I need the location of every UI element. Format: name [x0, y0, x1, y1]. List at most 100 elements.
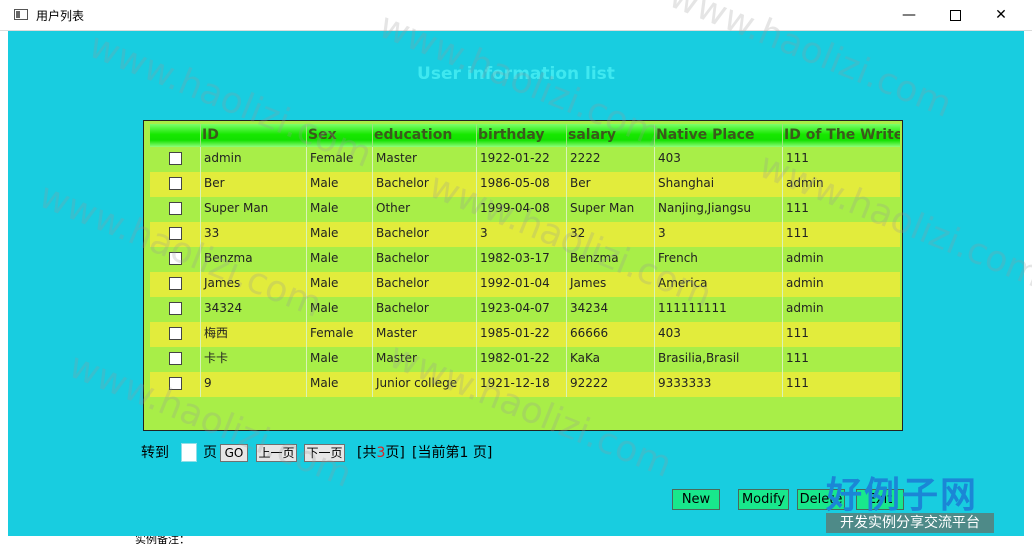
- table-cell[interactable]: 111: [782, 222, 900, 247]
- table-row[interactable]: Super Man Male Other 1999-04-08 Super Man Nan…: [150, 197, 900, 222]
- table-cell[interactable]: Bachelor: [372, 272, 476, 297]
- table-cell[interactable]: 2222: [566, 147, 654, 172]
- row-checkbox[interactable]: [169, 302, 182, 315]
- table-cell[interactable]: 403: [654, 322, 782, 347]
- table-cell[interactable]: Master: [372, 147, 476, 172]
- table-cell[interactable]: Bachelor: [372, 297, 476, 322]
- table-cell[interactable]: Male: [306, 272, 372, 297]
- table-row[interactable]: Ber Male Bachelor 1986-05-08 Ber Shanghai admi…: [150, 172, 900, 197]
- table-cell[interactable]: Shanghai: [654, 172, 782, 197]
- prev-page-button[interactable]: 上一页: [256, 444, 297, 462]
- table-row[interactable]: 卡卡 Male Master 1982-01-22 KaKa Brasilia,Brasi…: [150, 347, 900, 372]
- table-cell[interactable]: 1992-01-04: [476, 272, 566, 297]
- column-header-education[interactable]: education: [372, 124, 476, 147]
- table-cell[interactable]: admin: [200, 147, 306, 172]
- table-cell[interactable]: Master: [372, 347, 476, 372]
- table-row[interactable]: Benzma Male Bachelor 1982-03-17 Benzma French…: [150, 247, 900, 272]
- table-cell[interactable]: James: [566, 272, 654, 297]
- column-header-salary[interactable]: salary: [566, 124, 654, 147]
- table-cell[interactable]: Brasilia,Brasil: [654, 347, 782, 372]
- table-cell[interactable]: 111: [782, 322, 900, 347]
- row-checkbox[interactable]: [169, 277, 182, 290]
- table-cell[interactable]: 66666: [566, 322, 654, 347]
- table-cell[interactable]: Male: [306, 297, 372, 322]
- table-cell[interactable]: 32: [566, 222, 654, 247]
- table-cell[interactable]: America: [654, 272, 782, 297]
- table-cell[interactable]: 1982-01-22: [476, 347, 566, 372]
- table-cell[interactable]: Nanjing,Jiangsu: [654, 197, 782, 222]
- table-row[interactable]: 梅西 Female Master 1985-01-22 66666 403 111: [150, 322, 900, 347]
- table-cell[interactable]: admin: [782, 297, 900, 322]
- table-cell[interactable]: French: [654, 247, 782, 272]
- table-cell[interactable]: Female: [306, 322, 372, 347]
- table-cell[interactable]: Bachelor: [372, 172, 476, 197]
- table-cell[interactable]: 34324: [200, 297, 306, 322]
- modify-button[interactable]: Modify: [738, 489, 789, 510]
- table-cell[interactable]: Male: [306, 197, 372, 222]
- table-cell[interactable]: Bachelor: [372, 247, 476, 272]
- table-cell[interactable]: Super Man: [200, 197, 306, 222]
- table-cell[interactable]: 1923-04-07: [476, 297, 566, 322]
- table-cell[interactable]: KaKa: [566, 347, 654, 372]
- new-button[interactable]: New: [672, 489, 720, 510]
- row-checkbox[interactable]: [169, 252, 182, 265]
- table-cell[interactable]: 92222: [566, 372, 654, 397]
- table-cell[interactable]: Ber: [200, 172, 306, 197]
- table-cell[interactable]: admin: [782, 272, 900, 297]
- table-cell[interactable]: 梅西: [200, 322, 306, 347]
- row-checkbox[interactable]: [169, 377, 182, 390]
- table-cell[interactable]: Benzma: [566, 247, 654, 272]
- table-cell[interactable]: 34234: [566, 297, 654, 322]
- table-cell[interactable]: Male: [306, 172, 372, 197]
- table-cell[interactable]: 111: [782, 347, 900, 372]
- column-header-native-place[interactable]: Native Place: [654, 124, 782, 147]
- table-cell[interactable]: 卡卡: [200, 347, 306, 372]
- table-row[interactable]: 34324 Male Bachelor 1923-04-07 34234 11111111…: [150, 297, 900, 322]
- row-checkbox[interactable]: [169, 202, 182, 215]
- table-cell[interactable]: Male: [306, 247, 372, 272]
- table-cell[interactable]: Female: [306, 147, 372, 172]
- table-cell[interactable]: Benzma: [200, 247, 306, 272]
- column-header-birthday[interactable]: birthday: [476, 124, 566, 147]
- minimize-button[interactable]: —: [886, 0, 932, 30]
- table-cell[interactable]: 403: [654, 147, 782, 172]
- table-cell[interactable]: Junior college: [372, 372, 476, 397]
- row-checkbox[interactable]: [169, 177, 182, 190]
- table-cell[interactable]: 9: [200, 372, 306, 397]
- row-checkbox[interactable]: [169, 227, 182, 240]
- table-cell[interactable]: 111111111: [654, 297, 782, 322]
- table-row[interactable]: 33 Male Bachelor 3 32 3 111: [150, 222, 900, 247]
- column-header-id[interactable]: ID: [200, 124, 306, 147]
- table-cell[interactable]: 1985-01-22: [476, 322, 566, 347]
- table-cell[interactable]: 1999-04-08: [476, 197, 566, 222]
- table-cell[interactable]: admin: [782, 247, 900, 272]
- table-cell[interactable]: Ber: [566, 172, 654, 197]
- table-cell[interactable]: 33: [200, 222, 306, 247]
- table-cell[interactable]: 1986-05-08: [476, 172, 566, 197]
- table-cell[interactable]: 1982-03-17: [476, 247, 566, 272]
- table-cell[interactable]: 111: [782, 372, 900, 397]
- table-cell[interactable]: 1922-01-22: [476, 147, 566, 172]
- column-header-sex[interactable]: Sex: [306, 124, 372, 147]
- row-checkbox[interactable]: [169, 152, 182, 165]
- table-cell[interactable]: 3: [476, 222, 566, 247]
- table-cell[interactable]: Male: [306, 372, 372, 397]
- maximize-button[interactable]: [932, 0, 978, 30]
- table-cell[interactable]: James: [200, 272, 306, 297]
- table-cell[interactable]: Master: [372, 322, 476, 347]
- table-cell[interactable]: 9333333: [654, 372, 782, 397]
- table-cell[interactable]: Male: [306, 347, 372, 372]
- table-row[interactable]: James Male Bachelor 1992-01-04 James America a…: [150, 272, 900, 297]
- table-row[interactable]: 9 Male Junior college 1921-12-18 92222 933333…: [150, 372, 900, 397]
- table-cell[interactable]: 111: [782, 197, 900, 222]
- go-button[interactable]: GO: [220, 444, 248, 462]
- table-cell[interactable]: 3: [654, 222, 782, 247]
- next-page-button[interactable]: 下一页: [304, 444, 345, 462]
- table-cell[interactable]: 111: [782, 147, 900, 172]
- table-cell[interactable]: Male: [306, 222, 372, 247]
- table-cell[interactable]: Super Man: [566, 197, 654, 222]
- row-checkbox[interactable]: [169, 327, 182, 340]
- table-cell[interactable]: Other: [372, 197, 476, 222]
- close-button[interactable]: ✕: [978, 0, 1024, 30]
- table-cell[interactable]: 1921-12-18: [476, 372, 566, 397]
